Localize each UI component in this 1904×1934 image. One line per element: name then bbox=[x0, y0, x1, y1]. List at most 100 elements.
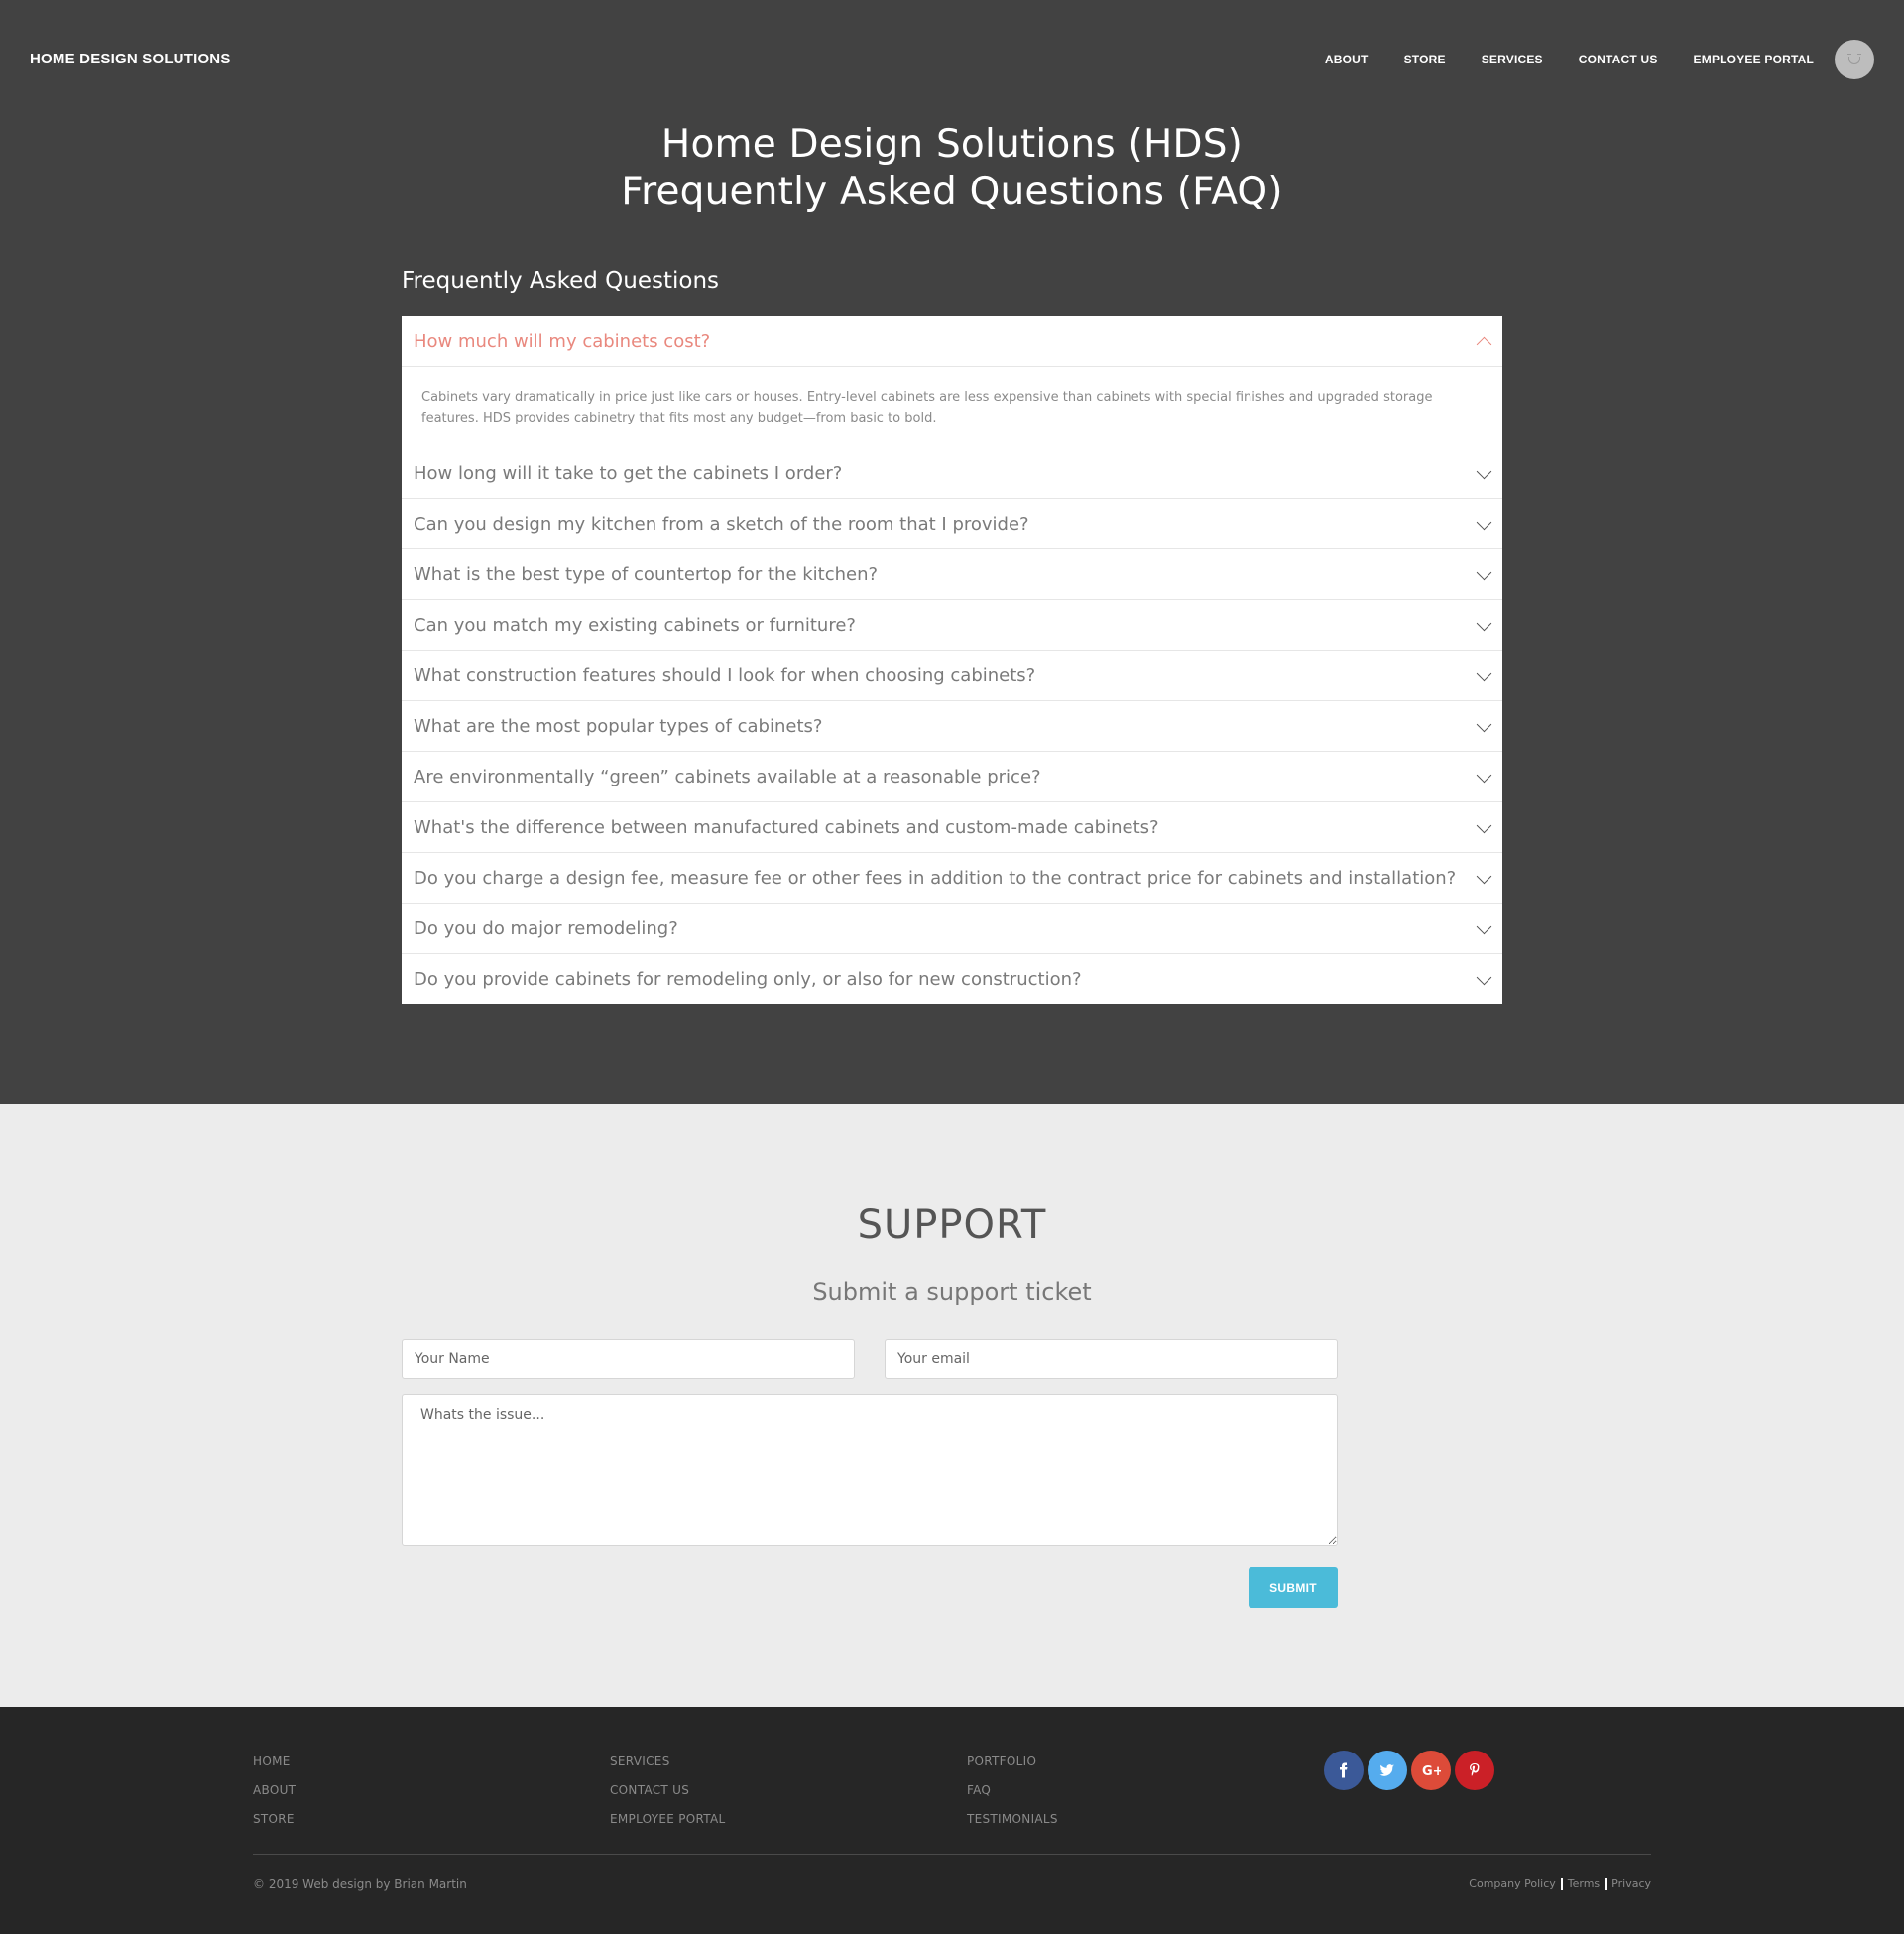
footer-link-services[interactable]: SERVICES bbox=[610, 1748, 725, 1776]
faq-item: How much will my cabinets cost? Cabinets… bbox=[402, 316, 1502, 448]
page-title-line2: Frequently Asked Questions (FAQ) bbox=[621, 170, 1283, 214]
chevron-down-icon bbox=[1477, 618, 1490, 632]
avatar-eye-icon bbox=[1857, 54, 1861, 56]
copyright-text: © 2019 Web design by Brian Martin bbox=[253, 1877, 467, 1891]
chevron-down-icon bbox=[1477, 871, 1490, 885]
faq-question-toggle[interactable]: Can you match my existing cabinets or fu… bbox=[402, 600, 1502, 650]
footer-links-col3: PORTFOLIO FAQ TESTIMONIALS bbox=[967, 1748, 1058, 1834]
faq-item: Do you provide cabinets for remodeling o… bbox=[402, 954, 1502, 1004]
chevron-down-icon bbox=[1477, 972, 1490, 986]
faq-accordion: How much will my cabinets cost? Cabinets… bbox=[402, 316, 1502, 1004]
faq-question: Do you charge a design fee, measure fee … bbox=[414, 867, 1457, 889]
brand-logo[interactable]: HOME DESIGN SOLUTIONS bbox=[30, 51, 231, 67]
faq-question-toggle[interactable]: How much will my cabinets cost? bbox=[402, 316, 1502, 366]
chevron-down-icon bbox=[1477, 567, 1490, 581]
nav-contact-us[interactable]: CONTACT US bbox=[1579, 53, 1658, 66]
legal-link-privacy[interactable]: Privacy bbox=[1611, 1877, 1651, 1890]
page-title: Home Design Solutions (HDS) Frequently A… bbox=[0, 121, 1904, 216]
legal-separator bbox=[1605, 1877, 1607, 1890]
chevron-down-icon bbox=[1477, 466, 1490, 480]
faq-question: What is the best type of countertop for … bbox=[414, 563, 879, 585]
nav-about[interactable]: ABOUT bbox=[1325, 53, 1368, 66]
chevron-down-icon bbox=[1477, 668, 1490, 682]
chevron-down-icon bbox=[1477, 820, 1490, 834]
faq-question-toggle[interactable]: What is the best type of countertop for … bbox=[402, 549, 1502, 599]
faq-question: What construction features should I look… bbox=[414, 665, 1036, 686]
faq-question-toggle[interactable]: Do you provide cabinets for remodeling o… bbox=[402, 954, 1502, 1004]
page-title-line1: Home Design Solutions (HDS) bbox=[660, 122, 1244, 167]
faq-question: What's the difference between manufactur… bbox=[414, 816, 1159, 838]
chevron-down-icon bbox=[1477, 921, 1490, 935]
faq-question-toggle[interactable]: Can you design my kitchen from a sketch … bbox=[402, 499, 1502, 548]
faq-question: What are the most popular types of cabin… bbox=[414, 715, 823, 737]
user-avatar[interactable] bbox=[1835, 40, 1874, 79]
footer-links-col1: HOME ABOUT STORE bbox=[253, 1748, 296, 1834]
chevron-down-icon bbox=[1477, 770, 1490, 784]
footer-link-faq[interactable]: FAQ bbox=[967, 1776, 1058, 1805]
faq-item: Do you charge a design fee, measure fee … bbox=[402, 853, 1502, 904]
footer: HOME ABOUT STORE SERVICES CONTACT US EMP… bbox=[0, 1707, 1904, 1934]
faq-item: What are the most popular types of cabin… bbox=[402, 701, 1502, 752]
chevron-up-icon bbox=[1477, 334, 1490, 348]
faq-question: Can you match my existing cabinets or fu… bbox=[414, 614, 856, 636]
legal-link-terms[interactable]: Terms bbox=[1568, 1877, 1600, 1890]
faq-item: Can you design my kitchen from a sketch … bbox=[402, 499, 1502, 549]
faq-question-toggle[interactable]: What's the difference between manufactur… bbox=[402, 802, 1502, 852]
avatar-mouth-icon bbox=[1848, 57, 1860, 64]
name-input[interactable] bbox=[402, 1339, 855, 1379]
footer-divider bbox=[253, 1854, 1651, 1855]
faq-question: Do you provide cabinets for remodeling o… bbox=[414, 968, 1082, 990]
faq-item: Can you match my existing cabinets or fu… bbox=[402, 600, 1502, 651]
footer-link-about[interactable]: ABOUT bbox=[253, 1776, 296, 1805]
support-title: SUPPORT bbox=[857, 1202, 1047, 1248]
support-subtitle: Submit a support ticket bbox=[812, 1278, 1092, 1306]
legal-links: Company Policy Terms Privacy bbox=[1469, 1877, 1651, 1890]
twitter-icon[interactable] bbox=[1368, 1751, 1407, 1790]
footer-link-contact-us[interactable]: CONTACT US bbox=[610, 1776, 725, 1805]
nav-services[interactable]: SERVICES bbox=[1482, 53, 1543, 66]
footer-link-home[interactable]: HOME bbox=[253, 1748, 296, 1776]
footer-link-portfolio[interactable]: PORTFOLIO bbox=[967, 1748, 1058, 1776]
pinterest-icon[interactable] bbox=[1455, 1751, 1494, 1790]
faq-question: Do you do major remodeling? bbox=[414, 917, 678, 939]
faq-question: How much will my cabinets cost? bbox=[414, 330, 711, 352]
faq-item: How long will it take to get the cabinet… bbox=[402, 448, 1502, 499]
footer-link-testimonials[interactable]: TESTIMONIALS bbox=[967, 1805, 1058, 1834]
faq-question: How long will it take to get the cabinet… bbox=[414, 462, 843, 484]
faq-section: HOME DESIGN SOLUTIONS ABOUT STORE SERVIC… bbox=[0, 0, 1904, 1104]
faq-answer: Cabinets vary dramatically in price just… bbox=[402, 366, 1502, 448]
faq-question-toggle[interactable]: Do you do major remodeling? bbox=[402, 904, 1502, 953]
chevron-down-icon bbox=[1477, 517, 1490, 531]
nav-store[interactable]: STORE bbox=[1404, 53, 1446, 66]
footer-link-store[interactable]: STORE bbox=[253, 1805, 296, 1834]
svg-text:G+: G+ bbox=[1422, 1764, 1441, 1778]
faq-question: Can you design my kitchen from a sketch … bbox=[414, 513, 1029, 535]
avatar-eye-icon bbox=[1847, 54, 1851, 56]
main-nav: ABOUT STORE SERVICES CONTACT US EMPLOYEE… bbox=[1325, 40, 1874, 79]
faq-question-toggle[interactable]: How long will it take to get the cabinet… bbox=[402, 448, 1502, 498]
chevron-down-icon bbox=[1477, 719, 1490, 733]
footer-links-col2: SERVICES CONTACT US EMPLOYEE PORTAL bbox=[610, 1748, 725, 1834]
faq-question-toggle[interactable]: What are the most popular types of cabin… bbox=[402, 701, 1502, 751]
facebook-icon[interactable] bbox=[1324, 1751, 1364, 1790]
faq-question-toggle[interactable]: Do you charge a design fee, measure fee … bbox=[402, 853, 1502, 903]
faq-question-toggle[interactable]: Are environmentally “green” cabinets ava… bbox=[402, 752, 1502, 801]
faq-question-toggle[interactable]: What construction features should I look… bbox=[402, 651, 1502, 700]
legal-link-company-policy[interactable]: Company Policy bbox=[1469, 1877, 1555, 1890]
issue-textarea[interactable] bbox=[402, 1394, 1338, 1546]
faq-item: What is the best type of countertop for … bbox=[402, 549, 1502, 600]
google-plus-icon[interactable]: G+ bbox=[1411, 1751, 1451, 1790]
social-links: G+ bbox=[1324, 1751, 1494, 1790]
support-section: SUPPORT Submit a support ticket SUBMIT bbox=[0, 1104, 1904, 1707]
faq-item: Do you do major remodeling? bbox=[402, 904, 1502, 954]
footer-link-employee-portal[interactable]: EMPLOYEE PORTAL bbox=[610, 1805, 725, 1834]
faq-question: Are environmentally “green” cabinets ava… bbox=[414, 766, 1041, 787]
submit-button[interactable]: SUBMIT bbox=[1249, 1567, 1338, 1608]
faq-item: Are environmentally “green” cabinets ava… bbox=[402, 752, 1502, 802]
faq-heading: Frequently Asked Questions bbox=[402, 268, 720, 294]
faq-item: What construction features should I look… bbox=[402, 651, 1502, 701]
nav-employee-portal[interactable]: EMPLOYEE PORTAL bbox=[1694, 53, 1814, 66]
legal-separator bbox=[1560, 1877, 1563, 1890]
faq-item: What's the difference between manufactur… bbox=[402, 802, 1502, 853]
email-input[interactable] bbox=[885, 1339, 1338, 1379]
